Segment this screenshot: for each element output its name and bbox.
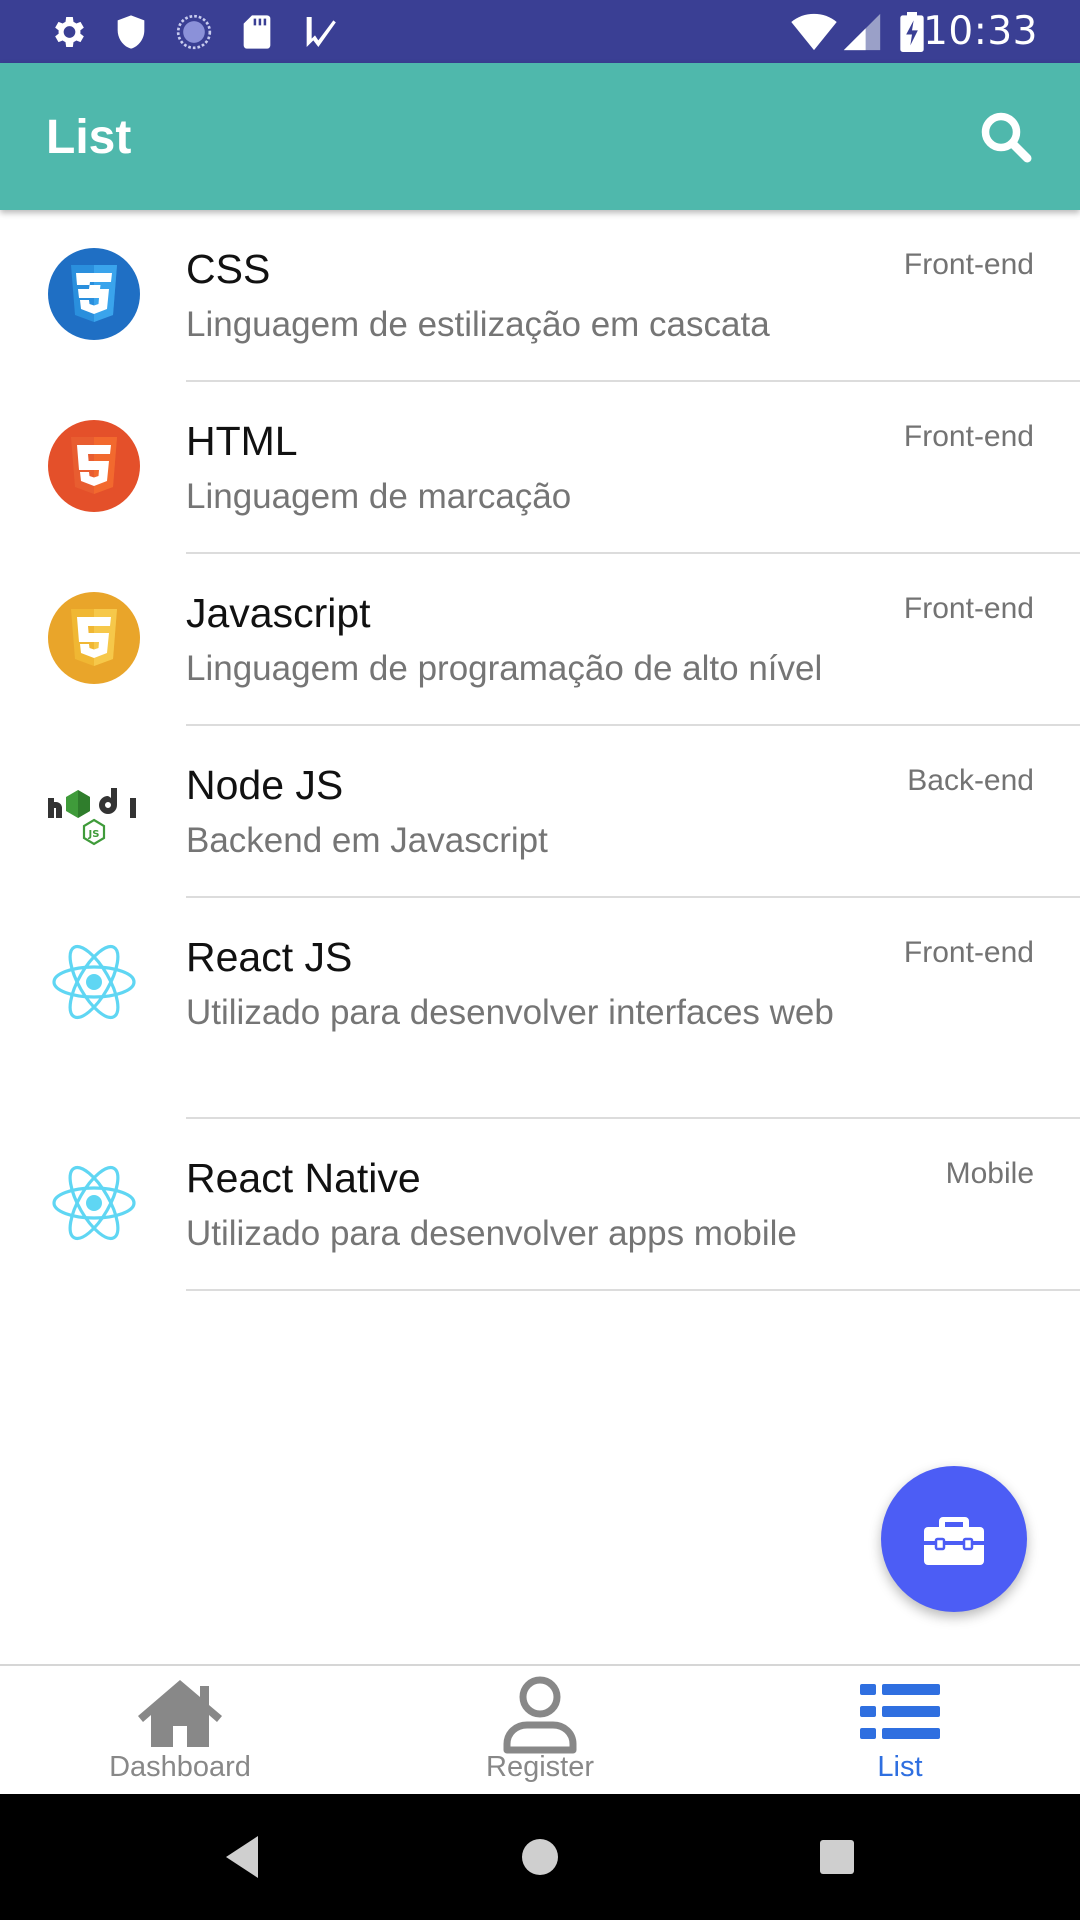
status-time: 10:33 bbox=[923, 9, 1038, 54]
svg-text:JS: JS bbox=[88, 829, 100, 840]
gear-icon bbox=[55, 17, 84, 47]
bottom-tab-bar: Dashboard Register List bbox=[0, 1664, 1080, 1794]
nodejs-logo: JS bbox=[48, 788, 136, 846]
toolbox-icon bbox=[924, 1517, 984, 1565]
tab-label: List bbox=[877, 1751, 923, 1783]
item-title: React Native bbox=[186, 1155, 421, 1201]
item-tag: Front-end bbox=[903, 248, 1034, 281]
react-logo bbox=[52, 1165, 136, 1241]
tab-list[interactable]: List bbox=[720, 1666, 1080, 1794]
list-item[interactable]: React JS Utilizado para desenvolver inte… bbox=[0, 898, 1080, 1119]
search-icon[interactable] bbox=[976, 107, 1036, 167]
react-logo bbox=[52, 944, 136, 1020]
app-bar: List bbox=[0, 63, 1080, 210]
home-icon bbox=[138, 1680, 222, 1747]
sd-card-icon bbox=[243, 15, 271, 49]
list-item[interactable]: JS Node JS Backend em Javascript Back-en… bbox=[0, 726, 1080, 898]
wifi-icon bbox=[791, 13, 837, 51]
item-tag: Back-end bbox=[907, 764, 1034, 797]
item-title: Node JS bbox=[186, 762, 344, 808]
item-tag: Front-end bbox=[903, 936, 1034, 969]
tech-list: CSS Linguagem de estilização em cascata … bbox=[0, 210, 1080, 1291]
javascript-logo bbox=[48, 592, 140, 684]
list-item[interactable]: Javascript Linguagem de programação de a… bbox=[0, 554, 1080, 726]
list-item[interactable]: HTML Linguagem de marcação Front-end bbox=[0, 382, 1080, 554]
item-title: CSS bbox=[186, 246, 271, 292]
list-item[interactable]: CSS Linguagem de estilização em cascata … bbox=[0, 210, 1080, 382]
user-icon bbox=[503, 1676, 577, 1754]
status-bar: 10:33 bbox=[0, 0, 1080, 63]
item-subtitle: Utilizado para desenvolver interfaces we… bbox=[186, 993, 834, 1032]
tab-register[interactable]: Register bbox=[360, 1666, 720, 1794]
item-subtitle: Backend em Javascript bbox=[186, 821, 548, 860]
list-item[interactable]: React Native Utilizado para desenvolver … bbox=[0, 1119, 1080, 1291]
item-tag: Front-end bbox=[903, 592, 1034, 625]
list-icon bbox=[860, 1684, 940, 1739]
system-nav-bar bbox=[0, 1794, 1080, 1920]
recents-icon[interactable] bbox=[815, 1832, 859, 1882]
tab-label: Dashboard bbox=[109, 1751, 251, 1783]
task-check-icon bbox=[306, 17, 336, 47]
battery-charging-icon bbox=[900, 12, 924, 52]
tab-dashboard[interactable]: Dashboard bbox=[0, 1666, 360, 1794]
item-tag: Mobile bbox=[945, 1157, 1034, 1190]
item-title: React JS bbox=[186, 934, 353, 980]
item-title: HTML bbox=[186, 418, 298, 464]
html5-logo bbox=[48, 420, 140, 512]
item-subtitle: Linguagem de programação de alto nível bbox=[186, 649, 823, 688]
css3-logo bbox=[48, 248, 140, 340]
divider bbox=[186, 1289, 1080, 1291]
cell-signal-icon bbox=[843, 13, 881, 51]
item-subtitle: Utilizado para desenvolver apps mobile bbox=[186, 1214, 797, 1253]
shield-icon bbox=[117, 15, 145, 49]
item-tag: Front-end bbox=[903, 420, 1034, 453]
item-subtitle: Linguagem de marcação bbox=[186, 477, 572, 516]
item-subtitle: Linguagem de estilização em cascata bbox=[186, 305, 770, 344]
tab-label: Register bbox=[486, 1751, 594, 1783]
item-title: Javascript bbox=[186, 590, 371, 636]
page-title: List bbox=[46, 111, 132, 164]
toolbox-fab-button[interactable] bbox=[881, 1466, 1027, 1612]
sync-icon bbox=[176, 14, 212, 50]
back-icon[interactable] bbox=[220, 1832, 264, 1882]
home-circle-icon[interactable] bbox=[518, 1832, 562, 1882]
